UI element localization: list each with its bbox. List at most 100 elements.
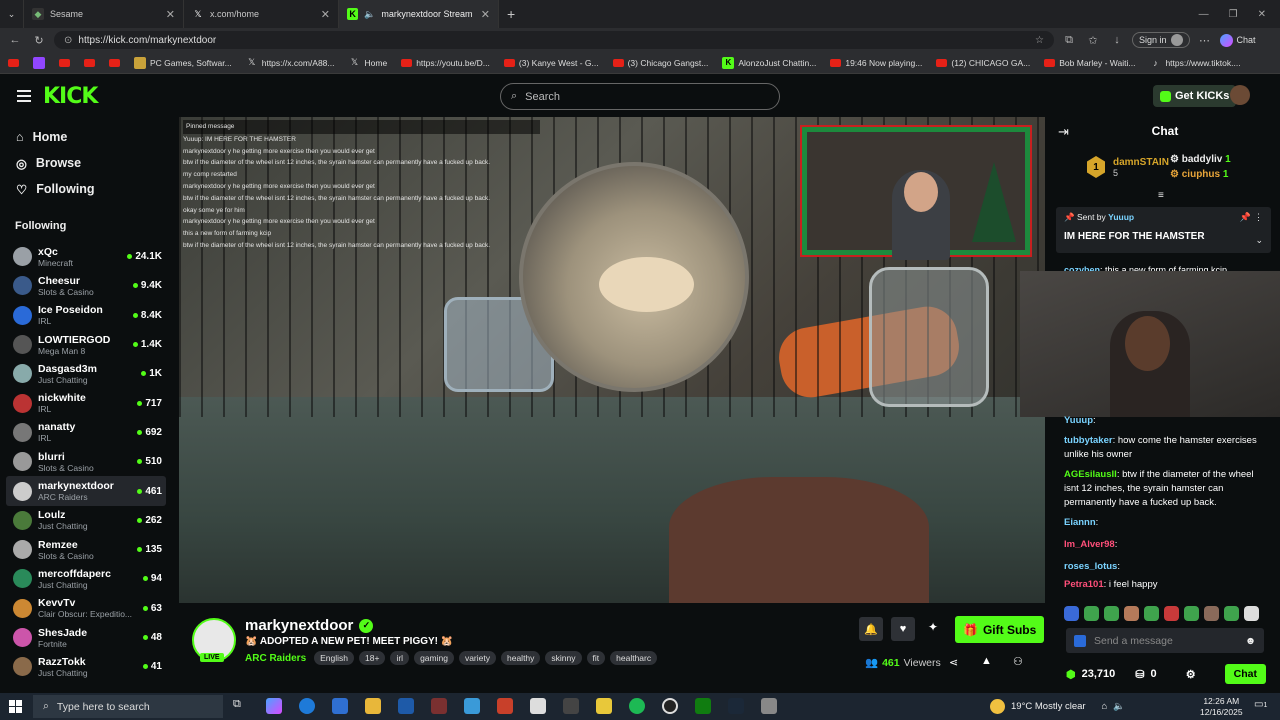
sidebar-channel[interactable]: nickwhite IRL 717 (0, 388, 172, 417)
stream-tag[interactable]: irl (390, 651, 410, 665)
sign-in-button[interactable]: Sign in (1132, 32, 1190, 48)
extensions-icon[interactable]: ⧉ (1060, 34, 1078, 47)
stream-tag[interactable]: English (314, 651, 355, 665)
leader-item[interactable]: ⚙ baddyliv 1 (1170, 154, 1231, 165)
emote-icon[interactable] (1224, 606, 1239, 621)
favorite-star-icon[interactable]: ☆ (1035, 35, 1044, 46)
nav-following[interactable]: ♡ Following (0, 176, 172, 202)
app-icon[interactable] (662, 698, 678, 714)
sidebar-channel[interactable]: mercoffdaperc Just Chatting 94 (0, 564, 172, 593)
app-icon[interactable] (563, 698, 579, 714)
sidebar-channel[interactable]: LOWTIERGOD Mega Man 8 1.4K (0, 330, 172, 359)
speaker-icon[interactable]: 🔈 (364, 8, 375, 20)
chat-username[interactable]: Petra101 (1064, 579, 1104, 590)
stream-tag[interactable]: 18+ (359, 651, 386, 665)
taskbar-search[interactable]: ⌕ Type here to search (33, 695, 223, 718)
video-player[interactable]: Pinned message Yuuup: IM HERE FOR THE HAM… (179, 117, 1045, 603)
sidebar-channel[interactable]: Loulz Just Chatting 262 (0, 506, 172, 535)
emote-icon[interactable] (1184, 606, 1199, 621)
stream-category[interactable]: ARC Raiders (245, 653, 306, 664)
download-icon[interactable]: ↓ (1108, 34, 1126, 46)
chat-username[interactable]: Im_Alver98 (1064, 539, 1115, 550)
network-icon[interactable]: ⌂ (1102, 701, 1108, 712)
volume-icon[interactable]: 🔈 (1113, 701, 1125, 712)
sidebar-channel[interactable]: blurri Slots & Casino 510 (0, 447, 172, 476)
bookmark-item[interactable]: (12) CHICAGO GA... (936, 58, 1030, 68)
settings-icon[interactable]: ⚙ (1186, 668, 1196, 681)
chat-username[interactable]: Eiannn (1064, 517, 1096, 528)
sidebar-channel[interactable]: nanatty IRL 692 (0, 418, 172, 447)
taskbar-clock[interactable]: 12:26 AM 12/16/2025 (1200, 696, 1243, 718)
bookmark-item[interactable]: 𝕏https://x.com/A88... (246, 57, 334, 69)
tab-kick-stream[interactable]: K 🔈 markynextdoor Stream - Wat... ✕ (339, 0, 499, 28)
emote-picker-icon[interactable] (1074, 634, 1086, 647)
menu-icon[interactable] (17, 90, 31, 102)
more-menu-icon[interactable]: ⋯ (1196, 34, 1214, 47)
bookmark-yt-2[interactable] (59, 58, 70, 67)
close-icon[interactable]: ✕ (166, 8, 175, 21)
sidebar-channel[interactable]: Remzee Slots & Casino 135 (0, 535, 172, 564)
bookmark-yt-4[interactable] (109, 58, 120, 67)
pin-icon[interactable]: 📌 (1240, 212, 1251, 223)
stream-tag[interactable]: healtharc (610, 651, 658, 665)
emoji-icon[interactable]: ☻ (1245, 635, 1256, 647)
search-input[interactable]: ⌕ Search (500, 83, 780, 110)
close-icon[interactable]: ✕ (481, 8, 490, 21)
copilot-chat-button[interactable]: Chat (1219, 33, 1256, 47)
copilot-taskbar-icon[interactable] (266, 698, 282, 714)
task-view-icon[interactable]: ⧉ (233, 698, 249, 714)
bookmark-item[interactable]: 19:46 Now playing... (830, 58, 922, 68)
leader-item[interactable]: ⚙ ciuphus 1 (1170, 169, 1228, 180)
emote-icon[interactable] (1144, 606, 1159, 621)
minimize-icon[interactable]: — (1199, 9, 1209, 20)
file-explorer-icon[interactable] (365, 698, 381, 714)
stream-tag[interactable]: gaming (414, 651, 454, 665)
steam-icon[interactable] (728, 698, 744, 714)
more-icon[interactable]: ⋮ (1254, 212, 1263, 223)
gift-icon[interactable]: ⛁ (1135, 668, 1144, 681)
app-icon[interactable] (431, 698, 447, 714)
refresh-icon[interactable]: ↻ (30, 34, 48, 47)
stream-tag[interactable]: fit (586, 651, 606, 665)
leader-name[interactable]: damnSTAIN (1113, 157, 1169, 168)
chat-username[interactable]: Yuuup (1064, 415, 1093, 426)
emote-icon[interactable] (1104, 606, 1119, 621)
points-value[interactable]: 23,710 (1082, 668, 1116, 680)
kick-logo[interactable]: KICK (43, 84, 98, 109)
tab-x[interactable]: 𝕏 x.com/home ✕ (184, 0, 339, 28)
bookmark-item[interactable]: (3) Chicago Gangst... (612, 58, 708, 68)
bookmark-item[interactable]: 𝕏 Home (349, 57, 387, 69)
stream-tag[interactable]: skinny (545, 651, 582, 665)
bookmark-item[interactable]: K AlonzoJust Chattin... (722, 56, 816, 69)
user-add-icon[interactable]: ⚇ (1013, 655, 1023, 668)
app-icon[interactable] (530, 698, 546, 714)
app-icon[interactable] (596, 698, 612, 714)
sparkle-icon[interactable]: ✦ (928, 620, 938, 634)
emote-icon[interactable] (1204, 606, 1219, 621)
chat-username[interactable]: AGEsilausII (1064, 469, 1117, 480)
window-close-icon[interactable]: ✕ (1258, 9, 1266, 20)
stream-tag[interactable]: variety (458, 651, 496, 665)
favorites-icon[interactable]: ✩ (1084, 34, 1102, 47)
emote-icon[interactable] (1244, 606, 1259, 621)
follow-button[interactable]: ♥ (891, 617, 915, 641)
close-icon[interactable]: ✕ (321, 8, 330, 21)
app-icon[interactable] (497, 698, 513, 714)
sidebar-channel[interactable]: Ice Poseidon IRL 8.4K (0, 301, 172, 330)
sidebar-channel[interactable]: xQc Minecraft 24.1K (0, 242, 172, 271)
url-field[interactable]: ⊙ https://kick.com/markynextdoor ☆ (54, 31, 1054, 49)
back-icon[interactable]: ← (6, 34, 24, 46)
bookmark-yt-1[interactable] (8, 58, 19, 67)
bookmark-item[interactable]: (3) Kanye West - G... (503, 58, 599, 68)
sidebar-channel[interactable]: Dasgasd3m Just Chatting 1K (0, 359, 172, 388)
get-kicks-button[interactable]: Get KICKs (1153, 85, 1237, 107)
xbox-icon[interactable] (695, 698, 711, 714)
emote-icon[interactable] (1164, 606, 1179, 621)
user-avatar[interactable] (1230, 85, 1250, 105)
bookmark-yt-3[interactable] (84, 58, 95, 67)
nav-home[interactable]: ⌂ Home (0, 124, 172, 150)
share-icon[interactable]: ⋖ (949, 656, 958, 669)
tab-sesame[interactable]: ◆ Sesame ✕ (24, 0, 184, 28)
mail-icon[interactable] (398, 698, 414, 714)
app-icon[interactable] (761, 698, 777, 714)
